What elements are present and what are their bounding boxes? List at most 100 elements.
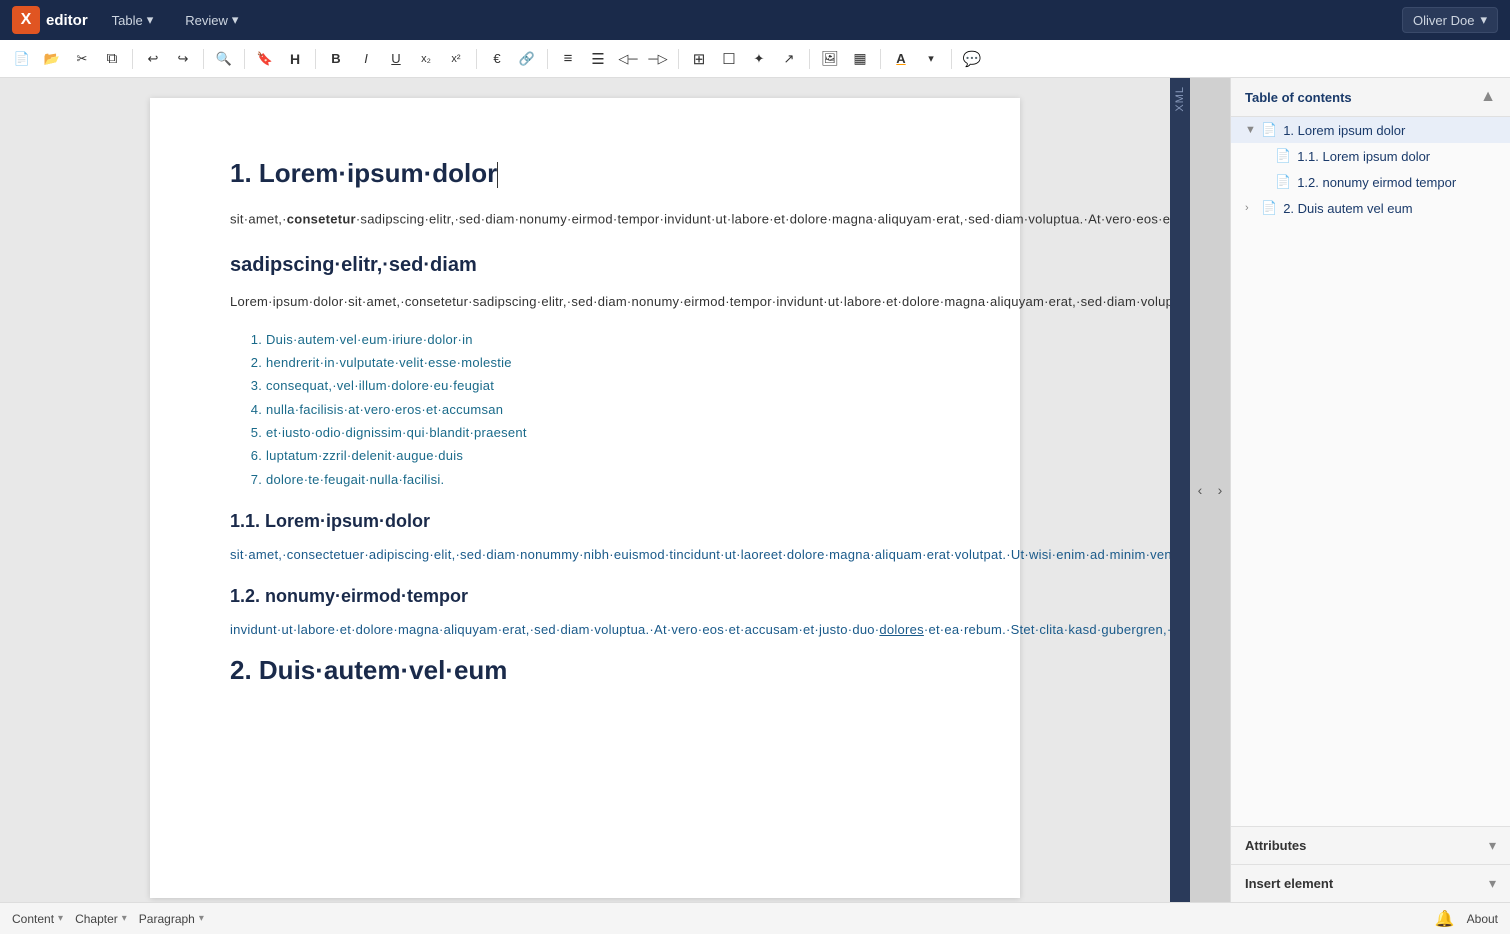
logo-area: X editor — [12, 6, 88, 34]
toc-doc-icon-1-2: 📄 — [1275, 174, 1291, 190]
menu-review[interactable]: Review ▾ — [177, 8, 246, 32]
separator-3 — [244, 49, 245, 69]
indent-less-button[interactable]: ◁─ — [614, 45, 642, 73]
superscript-button[interactable]: x² — [442, 45, 470, 73]
separator-9 — [880, 49, 881, 69]
toc-item-2-label: 2. Duis autem vel eum — [1283, 201, 1412, 216]
highlight-options-button[interactable]: ▾ — [917, 45, 945, 73]
insert-table-button[interactable]: ⊞ — [685, 45, 713, 73]
status-content[interactable]: Content ▾ — [12, 912, 63, 926]
toc-item-1-1-label: 1.1. Lorem ipsum dolor — [1297, 149, 1430, 164]
copy-button[interactable]: ⧉ — [98, 45, 126, 73]
toc-item-1[interactable]: ▼ 📄 1. Lorem ipsum dolor — [1231, 117, 1510, 143]
toc-doc-icon-1: 📄 — [1261, 122, 1277, 138]
main-layout: 1. Lorem·ipsum·dolor sit·amet,·consetetu… — [0, 78, 1510, 902]
toc-doc-icon-1-1: 📄 — [1275, 148, 1291, 164]
toc-item-1-1[interactable]: 📄 1.1. Lorem ipsum dolor — [1231, 143, 1510, 169]
content-arrow-icon: ▾ — [58, 913, 63, 924]
insert-element-title: Insert element — [1245, 876, 1333, 891]
bookmark-button[interactable]: 🔖 — [251, 45, 279, 73]
toc-title: Table of contents — [1245, 90, 1352, 105]
about-link[interactable]: About — [1467, 912, 1498, 926]
table-arrow-icon: ▾ — [147, 12, 154, 28]
list-item: nulla·facilisis·at·vero·eros·et·accumsan — [266, 398, 940, 421]
indent-more-button[interactable]: ─▷ — [644, 45, 672, 73]
special-button[interactable]: ✦ — [745, 45, 773, 73]
arrows-button[interactable]: ↗ — [775, 45, 803, 73]
toc-item-2[interactable]: › 📄 2. Duis autem vel eum — [1231, 195, 1510, 221]
insert-element-header[interactable]: Insert element ▾ — [1231, 865, 1510, 902]
attributes-header[interactable]: Attributes ▾ — [1231, 827, 1510, 864]
paragraph-1-1: sit·amet,·consectetuer·adipiscing·elit,·… — [230, 544, 940, 566]
unordered-list-button[interactable]: ☰ — [584, 45, 612, 73]
list-item: et·iusto·odio·dignissim·qui·blandit·prae… — [266, 421, 940, 444]
paragraph-label: Paragraph — [139, 912, 195, 926]
collapse-left-button[interactable]: ‹ — [1190, 78, 1210, 902]
separator-6 — [547, 49, 548, 69]
separator-2 — [203, 49, 204, 69]
heading-button[interactable]: H — [281, 45, 309, 73]
status-paragraph[interactable]: Paragraph ▾ — [139, 912, 204, 926]
separator-5 — [476, 49, 477, 69]
toc-item-1-2[interactable]: 📄 1.2. nonumy eirmod tempor — [1231, 169, 1510, 195]
redo-button[interactable]: ↪ — [169, 45, 197, 73]
paragraph-2: Lorem·ipsum·dolor·sit·amet,·consetetur·s… — [230, 291, 940, 313]
toc-collapse-button[interactable]: ▲ — [1480, 88, 1496, 106]
status-right: 🔔 About — [1435, 909, 1498, 929]
collapse-right-button[interactable]: › — [1210, 78, 1230, 902]
document-area[interactable]: 1. Lorem·ipsum·dolor sit·amet,·consetetu… — [0, 78, 1170, 902]
user-arrow-icon: ▾ — [1480, 12, 1487, 28]
bold-button[interactable]: B — [322, 45, 350, 73]
status-bar: Content ▾ Chapter ▾ Paragraph ▾ 🔔 About — [0, 902, 1510, 934]
attributes-arrow-icon: ▾ — [1489, 837, 1496, 854]
logo-icon: X — [12, 6, 40, 34]
ordered-list-button[interactable]: ≡ — [554, 45, 582, 73]
status-chapter[interactable]: Chapter ▾ — [75, 912, 127, 926]
toc-arrow-1: ▼ — [1245, 124, 1257, 136]
chapter-label: Chapter — [75, 912, 118, 926]
review-arrow-icon: ▾ — [232, 12, 239, 28]
ordered-list: Duis·autem·vel·eum·iriure·dolor·in hendr… — [230, 328, 940, 492]
list-item: luptatum·zzril·delenit·augue·duis — [266, 444, 940, 467]
chapter-arrow-icon: ▾ — [122, 913, 127, 924]
separator-1 — [132, 49, 133, 69]
heading-2: sadipscing·elitr,·sed·diam — [230, 254, 940, 277]
box-button[interactable]: ☐ — [715, 45, 743, 73]
toc-item-1-2-label: 1.2. nonumy eirmod tempor — [1297, 175, 1456, 190]
user-name: Oliver Doe — [1413, 13, 1474, 28]
open-file-button[interactable]: 📂 — [38, 45, 66, 73]
toc-arrow-2: › — [1245, 202, 1257, 214]
special-char-button[interactable]: € — [483, 45, 511, 73]
cut-button[interactable]: ✂ — [68, 45, 96, 73]
right-panel: Table of contents ▲ ▼ 📄 1. Lorem ipsum d… — [1230, 78, 1510, 902]
toc-doc-icon-2: 📄 — [1261, 200, 1277, 216]
heading-1-2: 1.2. nonumy·eirmod·tempor — [230, 586, 940, 607]
heading-1-1: 1.1. Lorem·ipsum·dolor — [230, 511, 940, 532]
link-button[interactable]: 🔗 — [513, 45, 541, 73]
find-button[interactable]: 🔍 — [210, 45, 238, 73]
comment-button[interactable]: 💬 — [958, 45, 986, 73]
toc-item-1-label: 1. Lorem ipsum dolor — [1283, 123, 1405, 138]
bell-icon[interactable]: 🔔 — [1435, 909, 1455, 929]
subscript-button[interactable]: x₂ — [412, 45, 440, 73]
insert-element-section: Insert element ▾ — [1231, 864, 1510, 902]
toc-header: Table of contents ▲ — [1231, 78, 1510, 117]
italic-button[interactable]: I — [352, 45, 380, 73]
underline-button[interactable]: U — [382, 45, 410, 73]
attributes-title: Attributes — [1245, 838, 1306, 853]
list-item: dolore·te·feugait·nulla·facilisi. — [266, 468, 940, 491]
toc-section: Table of contents ▲ ▼ 📄 1. Lorem ipsum d… — [1231, 78, 1510, 826]
list-item: consequat,·vel·illum·dolore·eu·feugiat — [266, 374, 940, 397]
user-dropdown[interactable]: Oliver Doe ▾ — [1402, 7, 1498, 33]
document-page[interactable]: 1. Lorem·ipsum·dolor sit·amet,·consetetu… — [150, 98, 1020, 898]
new-file-button[interactable]: 📄 — [8, 45, 36, 73]
menu-table[interactable]: Table ▾ — [104, 8, 162, 32]
heading-2-main: 2. Duis·autem·vel·eum — [230, 655, 940, 686]
app-name: editor — [46, 12, 88, 29]
highlight-button[interactable]: A — [887, 45, 915, 73]
image-button[interactable]: 🖼 — [816, 45, 844, 73]
list-item: hendrerit·in·vulputate·velit·esse·molest… — [266, 351, 940, 374]
separator-4 — [315, 49, 316, 69]
undo-button[interactable]: ↩ — [139, 45, 167, 73]
table2-button[interactable]: ▦ — [846, 45, 874, 73]
